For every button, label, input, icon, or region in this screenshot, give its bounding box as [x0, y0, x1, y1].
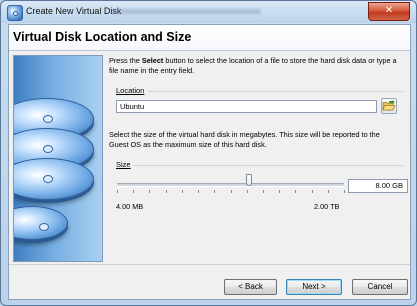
slider-tick: [295, 190, 296, 193]
size-max-label: 2.00 TB: [314, 202, 340, 211]
size-min-label: 4.00 MB: [116, 202, 144, 211]
page-header: Virtual Disk Location and Size: [9, 25, 410, 51]
folder-open-icon: [382, 99, 396, 111]
size-group-divider: [134, 165, 403, 166]
slider-tick: [328, 190, 329, 193]
window-title: Create New Virtual Disk: [26, 6, 122, 16]
slider-tick: [198, 190, 199, 193]
location-label-text: Location: [116, 86, 145, 95]
select-location-button[interactable]: [381, 98, 397, 114]
slider-tick: [312, 190, 313, 193]
slider-tick: [133, 190, 134, 193]
slider-tick: [214, 190, 215, 193]
size-input[interactable]: 8.00 GB: [348, 179, 408, 193]
location-intro-text: Press the: [109, 56, 142, 65]
slider-tick: [344, 190, 345, 193]
slider-tick: [182, 190, 183, 193]
size-slider-thumb[interactable]: [245, 174, 252, 186]
slider-tick: [279, 190, 280, 193]
wizard-side-image: [13, 55, 103, 262]
page-title: Virtual Disk Location and Size: [13, 30, 192, 44]
location-group-divider: [148, 91, 403, 92]
location-intro: Press the Select button to select the lo…: [109, 56, 401, 76]
slider-tick: [166, 190, 167, 193]
disk-app-icon: [7, 5, 23, 21]
size-slider-track[interactable]: [117, 183, 344, 187]
size-intro: Select the size of the virtual hard disk…: [109, 130, 380, 149]
location-group-label: Location: [116, 86, 144, 95]
wizard-page: Virtual Disk Location and Size Press the…: [8, 24, 411, 300]
size-group-label: Size: [116, 160, 131, 169]
disk-image-icon: [14, 206, 68, 240]
back-button[interactable]: < Back: [224, 279, 277, 295]
slider-tick: [247, 190, 248, 193]
cancel-button[interactable]: Cancel: [352, 279, 408, 295]
disk-image-icon: [14, 158, 94, 200]
title-bar[interactable]: Create New Virtual Disk ✕: [1, 1, 416, 23]
next-button[interactable]: Next >: [286, 279, 342, 295]
location-input[interactable]: Ubuntu: [116, 100, 377, 113]
slider-tick: [117, 190, 118, 193]
size-label-text: Size: [116, 160, 131, 169]
close-button[interactable]: ✕: [368, 2, 410, 21]
blurred-title-region: [111, 9, 261, 14]
slider-tick: [149, 190, 150, 193]
dialog-window: Create New Virtual Disk ✕ Virtual Disk L…: [0, 0, 417, 306]
slider-tick: [231, 190, 232, 193]
slider-tick: [263, 190, 264, 193]
button-bar-divider: [9, 264, 410, 265]
location-intro-select-word: Select: [141, 56, 164, 65]
